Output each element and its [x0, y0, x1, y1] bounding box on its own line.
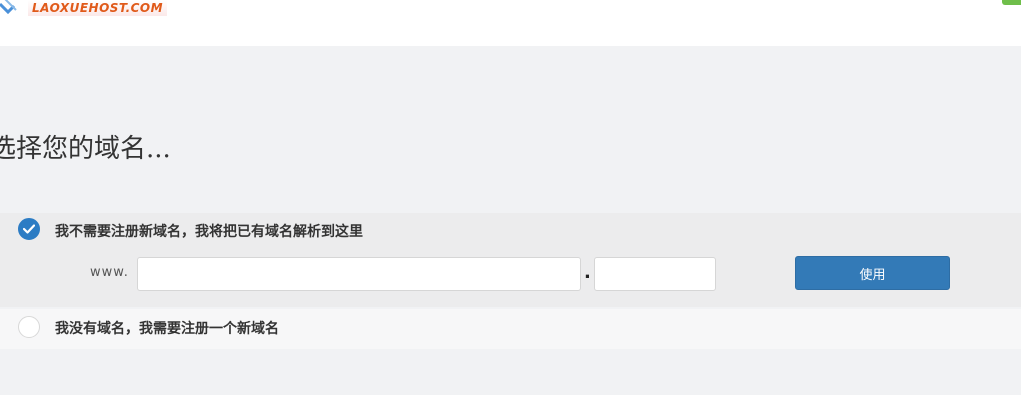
- radio-register-new-domain[interactable]: [18, 316, 40, 338]
- option-label-register-new[interactable]: 我没有域名，我需要注册一个新域名: [55, 318, 279, 338]
- logo-text: LAOXUEHOST.COM: [28, 0, 168, 16]
- domain-name-input[interactable]: [137, 257, 581, 291]
- page-title: 选择您的域名...: [0, 134, 171, 164]
- domain-separator: .: [584, 262, 591, 283]
- status-indicator: [1002, 0, 1021, 5]
- radio-use-existing-domain[interactable]: [18, 218, 40, 240]
- logo-mark-icon: [0, 0, 18, 16]
- option-label-use-existing[interactable]: 我不需要注册新域名，我将把已有域名解析到这里: [55, 221, 363, 241]
- check-icon: [23, 224, 35, 234]
- www-prefix: www.: [90, 265, 129, 280]
- tld-input[interactable]: [594, 257, 716, 291]
- use-domain-button[interactable]: 使用: [795, 256, 950, 290]
- site-logo[interactable]: LAOXUEHOST.COM: [0, 0, 168, 16]
